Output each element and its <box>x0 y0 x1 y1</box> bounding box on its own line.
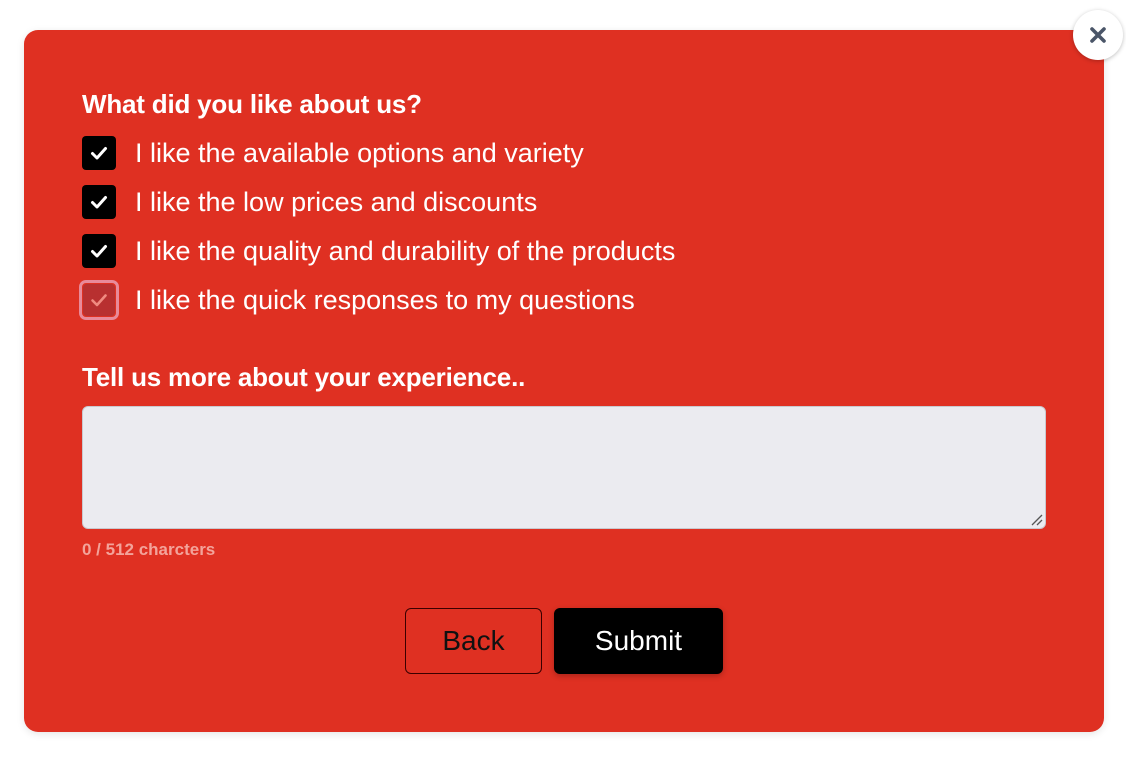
option-label-quality: I like the quality and durability of the… <box>135 235 676 266</box>
option-prices[interactable]: I like the low prices and discounts <box>82 185 675 219</box>
option-label-responses: I like the quick responses to my questio… <box>135 284 635 315</box>
experience-textarea[interactable] <box>82 406 1046 529</box>
option-quality[interactable]: I like the quality and durability of the… <box>82 234 675 268</box>
submit-button[interactable]: Submit <box>554 608 723 674</box>
checkbox-quality[interactable] <box>82 234 116 268</box>
back-button[interactable]: Back <box>405 608 542 674</box>
close-button[interactable] <box>1073 10 1123 60</box>
experience-question-heading: Tell us more about your experience.. <box>82 362 526 392</box>
checkmark-icon <box>91 294 107 307</box>
checkbox-variety[interactable] <box>82 136 116 170</box>
resize-handle-icon[interactable] <box>1029 512 1043 526</box>
char-counter: 0 / 512 charcters <box>82 540 216 559</box>
checkmark-icon <box>91 147 107 160</box>
option-variety[interactable]: I like the available options and variety <box>82 136 675 170</box>
experience-textarea-wrap <box>82 406 1046 529</box>
checkbox-prices[interactable] <box>82 185 116 219</box>
like-options-list: I like the available options and variety… <box>79 136 675 332</box>
option-label-variety: I like the available options and variety <box>135 137 584 168</box>
checkmark-icon <box>91 245 107 258</box>
like-question-heading: What did you like about us? <box>82 89 422 119</box>
close-icon <box>1090 27 1106 43</box>
option-label-prices: I like the low prices and discounts <box>135 186 538 217</box>
feedback-modal-stage: What did you like about us? I like the a… <box>0 0 1126 760</box>
checkbox-responses[interactable] <box>79 280 119 320</box>
option-responses[interactable]: I like the quick responses to my questio… <box>79 280 675 320</box>
checkmark-icon <box>91 196 107 209</box>
checkbox-responses-fill <box>83 284 115 316</box>
